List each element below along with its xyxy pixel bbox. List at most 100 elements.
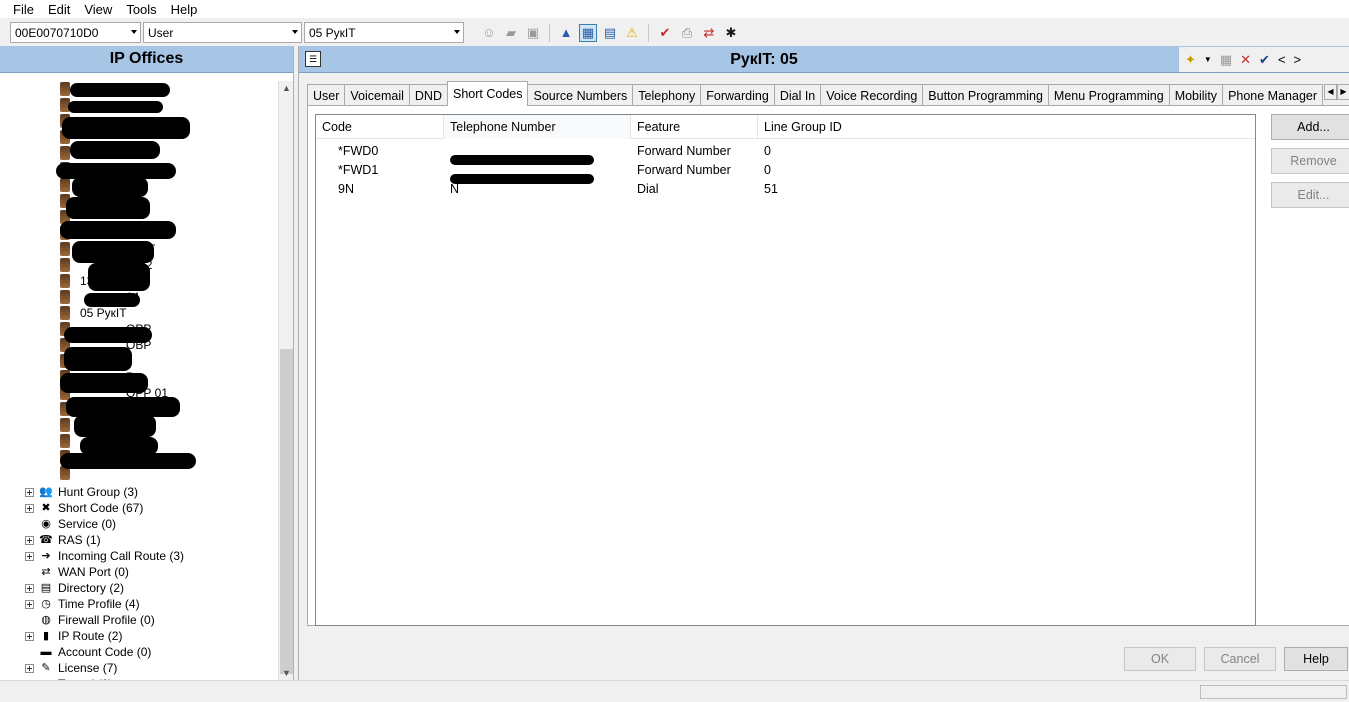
transfer-arrows-icon[interactable]: ⇄ [700, 24, 718, 42]
table-row[interactable]: *FWD0 Forward Number 0 [316, 141, 1255, 165]
tree-group-item[interactable]: ✎ License (7) [25, 660, 117, 676]
scroll-up-icon[interactable]: ▲ [279, 81, 294, 95]
warning-icon[interactable]: ⚠ [623, 24, 641, 42]
new-item-icon[interactable]: ✦ [1185, 52, 1196, 68]
column-telephone-number[interactable]: Telephone Number [444, 115, 631, 139]
validate-check-icon[interactable]: ✔ [656, 24, 674, 42]
previous-icon[interactable]: < [1278, 52, 1286, 67]
feature-cell-text: Dial [637, 181, 659, 196]
scroll-thumb[interactable] [280, 349, 293, 674]
short-codes-grid[interactable]: Code Telephone Number Feature Line Group… [315, 114, 1256, 626]
hunt-group-icon: 👥 [39, 486, 53, 498]
item-combo[interactable]: 05 РукIT [304, 22, 464, 43]
redaction-mark [70, 83, 170, 97]
tab-menu-programming[interactable]: Menu Programming [1047, 84, 1170, 106]
tab-telephony[interactable]: Telephony [632, 84, 702, 106]
delete-icon[interactable]: ✕ [1240, 52, 1251, 68]
cancel-button[interactable]: Cancel [1204, 647, 1276, 671]
menu-tools[interactable]: Tools [119, 2, 163, 17]
column-code[interactable]: Code [316, 115, 444, 139]
tree-group-item[interactable]: ▬ Account Code (0) [25, 644, 152, 660]
copy-icon[interactable]: ▦ [1220, 52, 1232, 68]
save-icon[interactable]: ▣ [524, 24, 542, 42]
user-phone-icon [60, 258, 70, 272]
show-details-icon[interactable]: ▤ [601, 24, 619, 42]
type-combo[interactable]: User [143, 22, 302, 43]
tree-item-label: Time Profile (4) [58, 597, 140, 611]
tree-group-item[interactable]: ▮ IP Route (2) [25, 628, 122, 644]
tab-scroll-right-icon[interactable]: ▶ [1337, 84, 1349, 100]
tree-group-item[interactable]: ⇄ WAN Port (0) [25, 564, 129, 580]
print-icon[interactable]: ⎙ [678, 24, 696, 42]
feature-cell-text: Forward Number [637, 143, 731, 158]
tab-phone-manager[interactable]: Phone Manager [1222, 84, 1324, 106]
chevron-down-icon[interactable]: ▼ [1204, 55, 1212, 64]
navigation-panel: IP Offices 10HBОП11ныйТная213 Ру1405 Рук… [0, 46, 294, 680]
tree-group-item[interactable]: ☎ RAS (1) [25, 532, 101, 548]
navigate-up-icon[interactable]: ▲ [557, 24, 575, 42]
column-line-group-id[interactable]: Line Group ID [758, 115, 1255, 139]
tree-group-item[interactable]: ➔ Incoming Call Route (3) [25, 548, 184, 564]
toolbar-separator [648, 23, 649, 42]
tab-voice-recording[interactable]: Voice Recording [820, 84, 924, 106]
wan-port-icon: ⇄ [41, 566, 51, 578]
tab-short-codes[interactable]: Short Codes [447, 81, 529, 106]
column-feature[interactable]: Feature [631, 115, 758, 139]
tab-source-numbers[interactable]: Source Numbers [527, 84, 634, 106]
ok-check-icon[interactable]: ✔ [1259, 52, 1270, 68]
tab-dial-in[interactable]: Dial In [773, 84, 822, 106]
show-navigation-icon[interactable]: ▦ [579, 23, 597, 42]
expand-icon[interactable] [25, 503, 34, 513]
table-row[interactable]: *FWD1 Forward Number 0 [316, 160, 1255, 184]
add-button[interactable]: Add... [1271, 114, 1349, 140]
line-group-cell: 0 [758, 163, 1255, 177]
tree-item-label: Hunt Group (3) [58, 485, 139, 499]
open-folder-icon[interactable]: ▰ [502, 24, 520, 42]
menu-view[interactable]: View [77, 2, 119, 17]
line-group-cell: 0 [758, 144, 1255, 158]
tree-group-item[interactable]: ✖ Short Code (67) [25, 500, 143, 516]
tab-voicemail[interactable]: Voicemail [344, 84, 410, 106]
system-combo[interactable]: 00E0070710D0 [10, 22, 141, 43]
wizard-icon[interactable]: ✱ [722, 24, 740, 42]
expand-icon[interactable] [25, 583, 34, 593]
help-button[interactable]: Help [1284, 647, 1348, 671]
tab-scroll-left-icon[interactable]: ◀ [1324, 84, 1337, 100]
tab-button-programming[interactable]: Button Programming [922, 84, 1049, 106]
menu-edit[interactable]: Edit [41, 2, 77, 17]
menu-help[interactable]: Help [164, 2, 205, 17]
next-icon[interactable]: > [1294, 52, 1302, 67]
tree-scrollbar[interactable]: ▲ ▼ [278, 81, 293, 680]
tree-group-item[interactable]: 👥 Hunt Group (3) [25, 484, 138, 500]
expand-icon[interactable] [25, 631, 34, 641]
tab-user[interactable]: User [307, 84, 346, 106]
scroll-down-icon[interactable]: ▼ [279, 666, 294, 680]
expand-icon[interactable] [25, 663, 34, 673]
user-phone-icon [60, 242, 70, 256]
expand-icon[interactable] [25, 551, 34, 561]
tab-dnd[interactable]: DND [408, 84, 448, 106]
expand-icon[interactable] [25, 599, 34, 609]
redaction-mark [60, 373, 148, 393]
tree-group-item[interactable]: ▤ Directory (2) [25, 580, 124, 596]
tree-group-item[interactable]: ◍ Firewall Profile (0) [25, 612, 155, 628]
redaction-mark [68, 101, 163, 113]
remove-button[interactable]: Remove [1271, 148, 1349, 174]
tree-item-label: WAN Port (0) [58, 565, 129, 579]
edit-button[interactable]: Edit... [1271, 182, 1349, 208]
license-icon: ✎ [41, 662, 51, 674]
expand-icon[interactable] [25, 487, 34, 497]
tree-user-item[interactable]: 05 РукIT [60, 305, 127, 321]
table-row[interactable]: 9N N Dial 51 [316, 179, 1255, 198]
tree-group-item[interactable]: ◷ Time Profile (4) [25, 596, 140, 612]
ok-button[interactable]: OK [1124, 647, 1196, 671]
person-icon[interactable]: ☺ [480, 24, 498, 42]
tab-mobility[interactable]: Mobility [1168, 84, 1224, 106]
expand-icon[interactable] [25, 535, 34, 545]
service-icon: ◉ [41, 518, 51, 530]
feature-cell: Dial [631, 182, 758, 196]
menu-file[interactable]: File [6, 2, 41, 17]
code-cell-text: 9N [338, 181, 354, 196]
tab-forwarding[interactable]: Forwarding [700, 84, 775, 106]
tree-group-item[interactable]: ◉ Service (0) [25, 516, 116, 532]
